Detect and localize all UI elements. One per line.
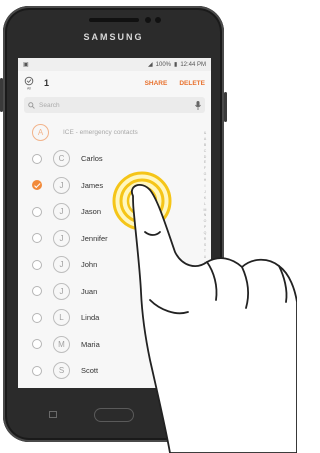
index-letter[interactable]: X <box>204 273 206 277</box>
index-letter[interactable]: V <box>204 261 206 266</box>
ice-avatar: A <box>32 123 49 141</box>
contact-list: A ICE - emergency contacts C Carlos J James… <box>18 119 211 384</box>
phone-frame: SAMSUNG ▣ ◢ 100% ▮ 12:44 PM All 1 SHARE … <box>0 6 227 442</box>
index-letter[interactable]: R <box>204 238 207 242</box>
index-letter[interactable]: H <box>204 179 207 183</box>
delete-button[interactable]: DELETE <box>179 80 205 87</box>
contact-avatar: S <box>53 362 70 380</box>
power-button <box>224 92 227 122</box>
wifi-icon: ◢ <box>148 62 153 68</box>
contact-row[interactable]: C Carlos <box>18 146 211 173</box>
index-letter[interactable]: Q <box>204 232 207 236</box>
contact-avatar: J <box>53 229 70 247</box>
share-button[interactable]: SHARE <box>145 80 168 87</box>
index-letter[interactable]: W <box>203 267 206 271</box>
index-letter[interactable]: T <box>204 249 206 254</box>
clock: 12:44 PM <box>180 61 206 68</box>
index-letter[interactable]: & <box>204 131 206 136</box>
select-checkbox[interactable] <box>32 339 42 350</box>
select-checkbox[interactable] <box>32 286 42 297</box>
index-scroller[interactable]: & A B C D E F G H I J K L M N O P Q R S T U V W X Y Z <box>202 131 208 289</box>
contact-name: Maria <box>81 339 100 349</box>
index-letter[interactable]: U <box>204 255 207 260</box>
contact-name: Scott <box>81 366 99 376</box>
search-bar[interactable]: Search <box>24 97 205 113</box>
contact-avatar: M <box>53 335 70 353</box>
index-letter[interactable]: C <box>204 149 207 154</box>
front-camera <box>145 17 151 23</box>
contact-avatar: C <box>53 150 70 168</box>
contact-name: Linda <box>81 313 100 323</box>
search-input[interactable]: Search <box>39 102 195 109</box>
contact-avatar: J <box>53 256 70 274</box>
index-letter[interactable]: N <box>204 214 207 218</box>
notification-icon: ▣ <box>23 62 29 68</box>
contact-row[interactable]: L Linda <box>18 305 211 332</box>
status-bar: ▣ ◢ 100% ▮ 12:44 PM <box>18 58 211 71</box>
contact-row[interactable]: J James <box>18 172 211 199</box>
index-letter[interactable]: S <box>204 243 206 248</box>
screen: ▣ ◢ 100% ▮ 12:44 PM All 1 SHARE DELETE S… <box>18 58 211 388</box>
ice-row[interactable]: A ICE - emergency contacts <box>18 119 211 146</box>
index-letter[interactable]: D <box>204 155 207 160</box>
earpiece-speaker <box>89 18 139 22</box>
microphone-icon[interactable] <box>195 100 201 110</box>
contact-row[interactable]: J Jason <box>18 199 211 226</box>
search-icon <box>28 101 35 109</box>
contact-avatar: J <box>53 282 70 300</box>
svg-text:All: All <box>27 87 31 91</box>
index-letter[interactable]: I <box>205 184 206 189</box>
ice-label: ICE - emergency contacts <box>63 128 138 136</box>
sensor <box>155 17 161 23</box>
index-letter[interactable]: A <box>204 137 206 142</box>
select-checkbox[interactable] <box>32 206 42 217</box>
index-letter[interactable]: Y <box>204 279 206 283</box>
contact-name: Jason <box>81 207 102 217</box>
contact-avatar: J <box>53 176 70 194</box>
home-button[interactable] <box>94 408 134 422</box>
contact-name: Jennifer <box>81 233 108 243</box>
index-letter[interactable]: J <box>204 190 206 195</box>
contact-avatar: L <box>53 309 70 327</box>
battery-text: 100% <box>155 61 171 68</box>
index-letter[interactable]: Z <box>204 285 206 289</box>
contact-row[interactable]: J Jennifer <box>18 225 211 252</box>
index-letter[interactable]: L <box>204 202 206 207</box>
contact-row[interactable]: S Scott <box>18 358 211 385</box>
brand-logo: SAMSUNG <box>83 32 144 42</box>
contact-avatar: J <box>53 203 70 221</box>
contact-name: Juan <box>81 286 98 296</box>
select-checkbox[interactable] <box>32 180 42 191</box>
index-letter[interactable]: B <box>204 143 206 148</box>
battery-icon: ▮ <box>174 62 178 68</box>
contact-name: Carlos <box>81 154 103 164</box>
index-letter[interactable]: E <box>204 161 206 165</box>
index-letter[interactable]: O <box>204 220 207 224</box>
contact-name: John <box>81 260 98 270</box>
back-icon[interactable]: ⤺ <box>173 410 183 419</box>
select-all-icon[interactable]: All <box>24 76 34 90</box>
contact-row[interactable]: M Maria <box>18 331 211 358</box>
select-checkbox[interactable] <box>32 153 42 164</box>
index-letter[interactable]: G <box>204 173 207 177</box>
index-letter[interactable]: P <box>204 226 206 230</box>
index-letter[interactable]: K <box>204 196 206 201</box>
select-checkbox[interactable] <box>32 365 42 376</box>
select-checkbox[interactable] <box>32 259 42 270</box>
volume-button <box>0 78 3 112</box>
index-letter[interactable]: F <box>204 167 206 171</box>
contact-row[interactable]: J Juan <box>18 278 211 305</box>
index-letter[interactable]: M <box>204 208 207 213</box>
contact-row[interactable]: J John <box>18 252 211 279</box>
select-checkbox[interactable] <box>32 233 42 244</box>
selected-count: 1 <box>44 78 50 88</box>
contact-name: James <box>81 180 104 190</box>
selection-action-bar: All 1 SHARE DELETE <box>18 71 211 95</box>
select-checkbox[interactable] <box>32 312 42 323</box>
recent-apps-button[interactable] <box>49 411 57 418</box>
